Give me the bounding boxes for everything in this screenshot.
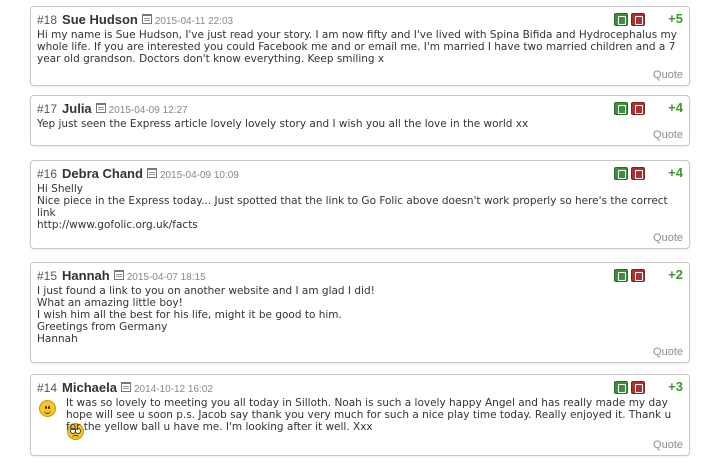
- comment-date: 2015-04-11 22:03: [154, 16, 234, 27]
- comment-author: Debra Chand: [62, 166, 143, 181]
- comment-header: #14 Michaela 2014-10-12 16:02: [37, 380, 213, 395]
- comment-text: Yep just seen the Express article lovely…: [37, 118, 529, 130]
- comment-line: I just found a link to you on another we…: [37, 285, 375, 297]
- comment-date: 2015-04-07 18:15: [126, 272, 206, 283]
- comment-16: #16 Debra Chand 2015-04-09 10:09 +4 Hi S…: [30, 160, 690, 249]
- comment-score: +4: [668, 100, 683, 115]
- thumbs-down-icon[interactable]: [631, 381, 645, 394]
- comment-header: #16 Debra Chand 2015-04-09 10:09: [37, 166, 239, 181]
- calendar-icon: [120, 382, 131, 392]
- thumbs-up-icon[interactable]: [614, 167, 628, 180]
- comment-date: 2015-04-09 10:09: [159, 170, 239, 181]
- quote-link[interactable]: Quote: [653, 69, 683, 81]
- comment-line: What an amazing little boy!: [37, 297, 183, 309]
- comment-18: #18 Sue Hudson 2015-04-11 22:03 +5 Hi my…: [30, 6, 690, 86]
- comment-line: Hannah: [37, 333, 78, 345]
- comment-body: I just found a link to you on another we…: [37, 285, 681, 345]
- comment-14: #14 Michaela 2014-10-12 16:02 +3 It was …: [30, 374, 690, 456]
- comment-body: Yep just seen the Express article lovely…: [37, 118, 681, 130]
- comment-date: 2015-04-09 12:27: [108, 105, 188, 116]
- comment-link[interactable]: http://www.gofolic.org.uk/facts: [37, 219, 681, 231]
- comment-text: It was so lovely to meeting you all toda…: [66, 397, 672, 433]
- comment-author: Hannah: [62, 268, 110, 283]
- calendar-icon: [113, 270, 124, 280]
- comment-number: #18: [37, 13, 58, 27]
- comment-score: +3: [668, 379, 683, 394]
- thumbs-down-icon[interactable]: [631, 102, 645, 115]
- thumbs-down-icon[interactable]: [631, 13, 645, 26]
- comment-score: +2: [668, 267, 683, 282]
- comment-number: #14: [37, 381, 58, 395]
- smile-icon: [39, 400, 56, 417]
- quote-link[interactable]: Quote: [653, 232, 683, 244]
- quote-link[interactable]: Quote: [653, 439, 683, 451]
- comment-17: #17 Julia 2015-04-09 12:27 +4 Yep just s…: [30, 95, 690, 146]
- quote-link[interactable]: Quote: [653, 129, 683, 141]
- comment-number: #15: [37, 269, 58, 283]
- comment-body: Hi Shelly Nice piece in the Express toda…: [37, 183, 681, 231]
- comment-author: Michaela: [62, 380, 117, 395]
- comment-15: #15 Hannah 2015-04-07 18:15 +2 I just fo…: [30, 262, 690, 363]
- comment-text: Hi my name is Sue Hudson, I've just read…: [37, 29, 677, 65]
- thumbs-down-icon[interactable]: [631, 269, 645, 282]
- thumbs-up-icon[interactable]: [614, 381, 628, 394]
- comment-author: Sue Hudson: [62, 12, 138, 27]
- comment-line: Greetings from Germany: [37, 321, 168, 333]
- comment-date: 2014-10-12 16:02: [133, 384, 213, 395]
- calendar-icon: [146, 168, 157, 178]
- comment-line: Nice piece in the Express today... Just …: [37, 195, 668, 219]
- thumbs-up-icon[interactable]: [614, 269, 628, 282]
- comment-number: #17: [37, 102, 58, 116]
- comment-line: Hi Shelly: [37, 183, 83, 195]
- comment-author: Julia: [62, 101, 92, 116]
- calendar-icon: [95, 103, 106, 113]
- thumbs-down-icon[interactable]: [631, 167, 645, 180]
- thumbs-up-icon[interactable]: [614, 102, 628, 115]
- thumbs-up-icon[interactable]: [614, 13, 628, 26]
- comment-score: +5: [668, 11, 683, 26]
- comment-line: I wish him all the best for his life, mi…: [37, 309, 342, 321]
- comment-body: Hi my name is Sue Hudson, I've just read…: [37, 29, 681, 65]
- comment-header: #15 Hannah 2015-04-07 18:15: [37, 268, 206, 283]
- comment-header: #18 Sue Hudson 2015-04-11 22:03: [37, 12, 233, 27]
- quote-link[interactable]: Quote: [653, 346, 683, 358]
- calendar-icon: [141, 14, 152, 24]
- comment-body: It was so lovely to meeting you all toda…: [66, 397, 681, 433]
- comment-score: +4: [668, 165, 683, 180]
- comment-header: #17 Julia 2015-04-09 12:27: [37, 101, 188, 116]
- comment-number: #16: [37, 167, 58, 181]
